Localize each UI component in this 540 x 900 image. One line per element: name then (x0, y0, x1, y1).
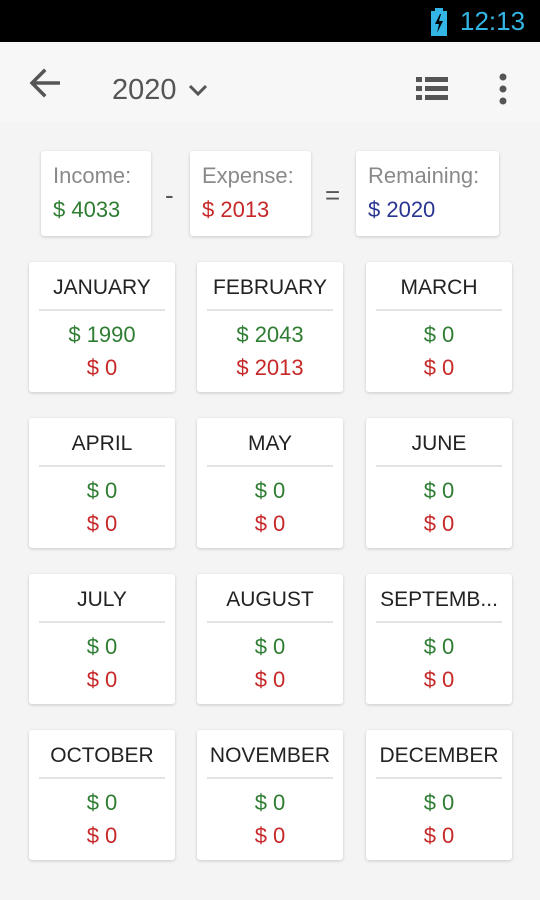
month-name: SEPTEMB... (380, 588, 498, 611)
month-expense: $ 0 (86, 355, 118, 380)
month-divider (39, 309, 165, 311)
month-card[interactable]: JUNE $ 0 $ 0 (366, 418, 512, 548)
month-divider (376, 309, 502, 311)
month-expense: $ 0 (423, 355, 455, 380)
month-name: FEBRUARY (213, 276, 327, 299)
month-income: $ 0 (254, 634, 286, 659)
month-income: $ 0 (423, 634, 455, 659)
month-income: $ 0 (86, 634, 118, 659)
remaining-label: Remaining: (368, 163, 480, 188)
month-card[interactable]: AUGUST $ 0 $ 0 (197, 574, 343, 704)
month-income: $ 0 (254, 790, 286, 815)
month-divider (39, 465, 165, 467)
arrow-back-icon[interactable] (28, 68, 64, 98)
month-expense: $ 0 (423, 511, 455, 536)
month-card[interactable]: SEPTEMB... $ 0 $ 0 (366, 574, 512, 704)
month-card[interactable]: MAY $ 0 $ 0 (197, 418, 343, 548)
income-summary-card: Income: $ 4033 (41, 151, 151, 236)
year-label: 2020 (112, 73, 177, 106)
month-expense: $ 0 (254, 823, 286, 848)
month-card[interactable]: OCTOBER $ 0 $ 0 (29, 730, 175, 860)
month-income: $ 0 (423, 790, 455, 815)
month-name: JUNE (411, 432, 467, 455)
month-income: $ 2043 (236, 322, 304, 347)
more-vert-icon[interactable] (496, 72, 510, 106)
income-total: $ 4033 (53, 197, 121, 222)
month-divider (207, 621, 333, 623)
month-divider (39, 777, 165, 779)
month-name: MAY (248, 432, 292, 455)
month-income: $ 0 (423, 478, 455, 503)
month-expense: $ 0 (86, 511, 118, 536)
month-card[interactable]: FEBRUARY $ 2043 $ 2013 (197, 262, 343, 392)
list-view-icon[interactable] (416, 76, 448, 102)
month-card[interactable]: JULY $ 0 $ 0 (29, 574, 175, 704)
income-label: Income: (53, 163, 132, 188)
month-card[interactable]: JANUARY $ 1990 $ 0 (29, 262, 175, 392)
month-expense: $ 0 (86, 667, 118, 692)
month-expense: $ 0 (254, 667, 286, 692)
month-divider (207, 465, 333, 467)
month-name: JANUARY (53, 276, 151, 299)
month-name: OCTOBER (50, 744, 154, 767)
month-expense: $ 0 (423, 823, 455, 848)
month-card[interactable]: DECEMBER $ 0 $ 0 (366, 730, 512, 860)
month-divider (376, 465, 502, 467)
app-bar: 2020 (0, 42, 540, 122)
expense-summary-card: Expense: $ 2013 (190, 151, 311, 236)
month-divider (207, 777, 333, 779)
remaining-summary-card: Remaining: $ 2020 (356, 151, 499, 236)
month-card[interactable]: NOVEMBER $ 0 $ 0 (197, 730, 343, 860)
month-expense: $ 0 (423, 667, 455, 692)
month-divider (39, 621, 165, 623)
status-clock: 12:13 (460, 6, 526, 36)
month-expense: $ 0 (254, 511, 286, 536)
remaining-total: $ 2020 (368, 197, 436, 222)
month-name: JULY (77, 588, 127, 611)
month-expense: $ 0 (86, 823, 118, 848)
month-name: NOVEMBER (209, 744, 331, 767)
year-dropdown[interactable]: 2020 (112, 72, 209, 108)
month-card[interactable]: MARCH $ 0 $ 0 (366, 262, 512, 392)
expense-total: $ 2013 (202, 197, 270, 222)
month-name: MARCH (400, 276, 478, 299)
month-name: DECEMBER (379, 744, 499, 767)
status-bar: 12:13 (0, 0, 540, 42)
month-name: APRIL (71, 432, 133, 455)
battery-charging-icon (431, 8, 447, 36)
minus-operator: - (165, 180, 174, 210)
month-card[interactable]: APRIL $ 0 $ 0 (29, 418, 175, 548)
equals-operator: = (325, 180, 341, 210)
month-income: $ 0 (86, 790, 118, 815)
month-divider (376, 777, 502, 779)
month-income: $ 0 (86, 478, 118, 503)
month-expense: $ 2013 (236, 355, 304, 380)
chevron-down-icon (188, 84, 207, 97)
expense-label: Expense: (202, 163, 294, 188)
month-income: $ 0 (254, 478, 286, 503)
month-income: $ 0 (423, 322, 455, 347)
month-income: $ 1990 (68, 322, 136, 347)
month-divider (376, 621, 502, 623)
month-name: AUGUST (226, 588, 314, 611)
month-divider (207, 309, 333, 311)
